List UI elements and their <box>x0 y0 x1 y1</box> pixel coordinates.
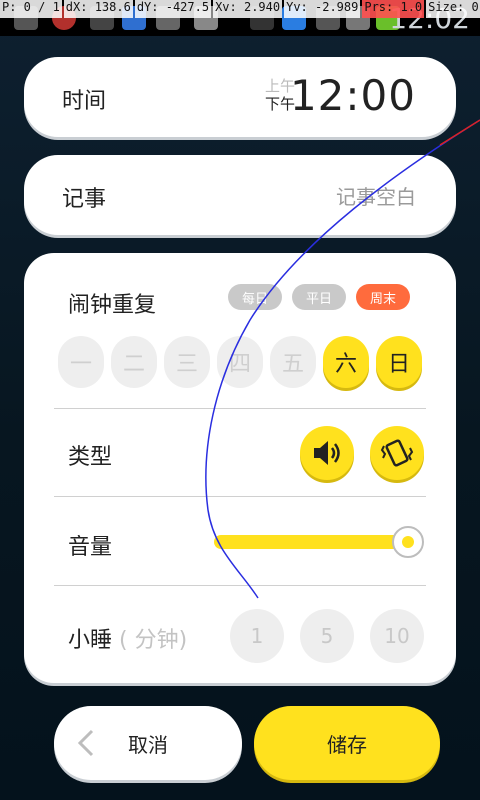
sound-type-button[interactable] <box>300 426 354 480</box>
day-tue[interactable]: 二 <box>111 336 157 388</box>
day-sat[interactable]: 六 <box>323 336 369 388</box>
repeat-label: 闹钟重复 <box>68 293 157 318</box>
cancel-button[interactable]: 取消 <box>54 706 242 780</box>
save-button[interactable]: 储存 <box>254 706 440 780</box>
note-input[interactable]: 记事空白 <box>336 181 416 210</box>
time-value[interactable]: 12:00 <box>290 71 416 120</box>
day-mon[interactable]: 一 <box>58 336 104 388</box>
cancel-button-label: 取消 <box>128 732 168 757</box>
volume-slider-track[interactable] <box>214 535 408 549</box>
note-row[interactable]: 记事 记事空白 <box>24 155 456 235</box>
debug-dx: dX: 138.6 <box>63 0 133 18</box>
debug-pressure: Prs: 1.0 <box>362 0 425 18</box>
volume-slider-thumb[interactable] <box>392 526 424 558</box>
time-label: 时间 <box>62 89 107 114</box>
type-label: 类型 <box>68 445 113 470</box>
snooze-option-5[interactable]: 5 <box>300 609 354 663</box>
alarm-settings-card: 闹钟重复 每日 平日 周末 一 二 三 四 五 六 日 类型 音量 小睡 ( 分… <box>24 253 456 683</box>
save-button-label: 储存 <box>327 732 367 757</box>
vibrate-icon <box>380 439 414 467</box>
vibrate-type-button[interactable] <box>370 426 424 480</box>
chevron-left-icon <box>77 729 94 757</box>
volume-label: 音量 <box>68 535 113 560</box>
debug-size: Size: 0.0 <box>426 0 480 18</box>
day-fri[interactable]: 五 <box>270 336 316 388</box>
snooze-option-10[interactable]: 10 <box>370 609 424 663</box>
day-sun[interactable]: 日 <box>376 336 422 388</box>
debug-pointer: P: 0 / 1 <box>0 0 62 18</box>
note-label: 记事 <box>62 187 107 212</box>
status-bar: 12:02 P: 0 / 1 dX: 138.6 dY: -427.5 Xv: … <box>0 0 480 36</box>
snooze-title: 小睡 <box>68 628 113 653</box>
speaker-icon <box>314 441 340 465</box>
snooze-unit: ( 分钟) <box>119 628 188 653</box>
slider-thumb-dot <box>402 536 414 548</box>
debug-dy: dY: -427.5 <box>134 0 212 18</box>
day-wed[interactable]: 三 <box>164 336 210 388</box>
divider <box>54 408 426 409</box>
debug-xv: Xv: 2.940 <box>213 0 283 18</box>
time-row[interactable]: 时间 上午 下午 12:00 <box>24 57 456 137</box>
divider <box>54 585 426 586</box>
day-thu[interactable]: 四 <box>217 336 263 388</box>
preset-weekdays[interactable]: 平日 <box>292 284 346 310</box>
snooze-option-1[interactable]: 1 <box>230 609 284 663</box>
debug-yv: Yv: -2.989 <box>284 0 361 18</box>
snooze-label: 小睡 ( 分钟) <box>68 622 187 654</box>
preset-weekend[interactable]: 周末 <box>356 284 410 310</box>
pointer-debug-overlay: P: 0 / 1 dX: 138.6 dY: -427.5 Xv: 2.940 … <box>0 0 480 18</box>
preset-daily[interactable]: 每日 <box>228 284 282 310</box>
divider <box>54 496 426 497</box>
